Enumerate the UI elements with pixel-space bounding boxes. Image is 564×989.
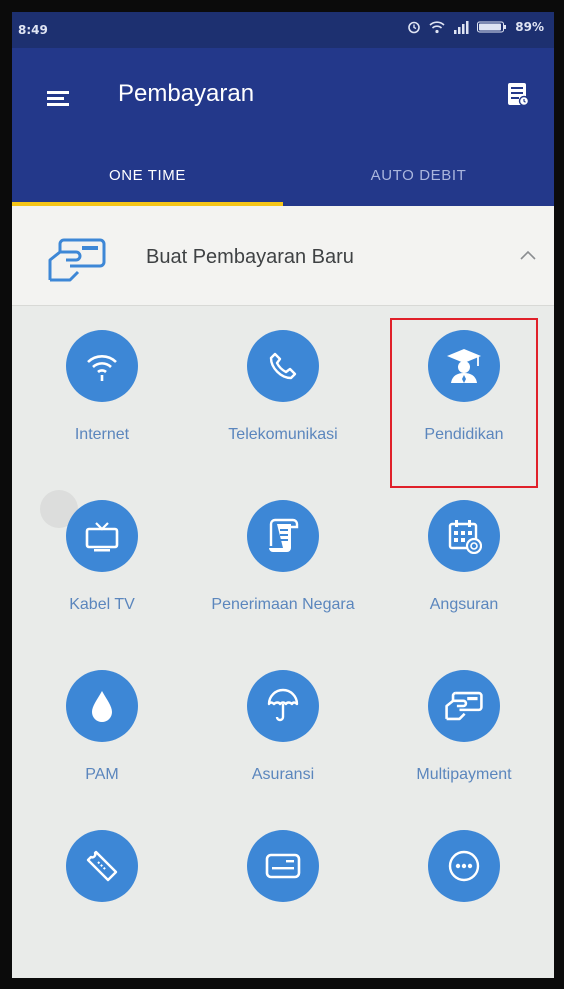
- page-title: Pembayaran: [118, 80, 255, 107]
- menu-item-ticket[interactable]: [12, 806, 192, 976]
- menu-icon-circle: [66, 670, 138, 742]
- status-time: 8:49: [18, 23, 48, 37]
- menu-item-label: Multipayment: [416, 766, 512, 783]
- phone-icon: [269, 352, 297, 380]
- hamburger-menu-icon: [47, 91, 69, 106]
- menu-item-penerimaan-negara[interactable]: Penerimaan Negara: [193, 476, 373, 646]
- menu-item-label: Asuransi: [251, 766, 315, 783]
- water-drop-icon: [92, 691, 112, 722]
- menu-icon-circle: [428, 830, 500, 902]
- calendar-icon: [448, 520, 482, 554]
- menu-icon-circle: [247, 830, 319, 902]
- status-icons: 89%: [407, 20, 544, 34]
- menu-item-label: PAM: [85, 766, 119, 783]
- tab-bar: ONE TIME AUTO DEBIT: [12, 144, 554, 206]
- signal-icon: [454, 21, 469, 34]
- umbrella-icon: [267, 688, 299, 722]
- menu-item-angsuran[interactable]: Angsuran: [374, 476, 554, 646]
- menu-icon-circle: [66, 330, 138, 402]
- ticket-icon: [86, 850, 118, 882]
- new-payment-label: Buat Pembayaran Baru: [146, 246, 354, 268]
- menu-item-label: Kabel TV: [69, 596, 135, 613]
- tab-one-time[interactable]: ONE TIME: [12, 144, 283, 206]
- menu-icon-circle: [247, 500, 319, 572]
- new-payment-header[interactable]: Buat Pembayaran Baru: [12, 206, 554, 306]
- tv-icon: [85, 522, 119, 552]
- menu-icon-circle: [66, 830, 138, 902]
- menu-item-more[interactable]: [374, 806, 554, 976]
- more-icon: [448, 850, 480, 882]
- phone-frame: 8:49 89% Pembayaran ONE TIME AUTO DEBIT …: [0, 0, 564, 989]
- menu-icon-circle: [428, 670, 500, 742]
- scroll-icon: [269, 518, 299, 552]
- menu-item-telekomunikasi[interactable]: Telekomunikasi: [193, 306, 373, 476]
- menu-item-pam[interactable]: PAM: [12, 646, 192, 816]
- menu-icon-circle: [247, 330, 319, 402]
- app-bar: Pembayaran: [12, 48, 554, 144]
- menu-item-asuransi[interactable]: Asuransi: [193, 646, 373, 816]
- card-hand-icon: [48, 238, 106, 282]
- menu-item-internet[interactable]: Internet: [12, 306, 192, 476]
- history-button[interactable]: [498, 74, 538, 114]
- receipt-history-icon: [508, 83, 529, 106]
- battery-icon: [477, 21, 507, 33]
- menu-icon-circle: [247, 670, 319, 742]
- tab-auto-debit[interactable]: AUTO DEBIT: [283, 144, 554, 206]
- menu-item-label: Angsuran: [429, 596, 499, 613]
- menu-item-kabel-tv[interactable]: Kabel TV: [12, 476, 192, 646]
- card-hand-icon: [445, 691, 483, 721]
- battery-percent: 89%: [515, 20, 544, 34]
- alarm-icon: [408, 21, 421, 34]
- wifi-status-icon: [429, 21, 445, 34]
- chevron-up-icon[interactable]: [520, 250, 536, 260]
- menu-icon-circle: [66, 500, 138, 572]
- screen: 8:49 89% Pembayaran ONE TIME AUTO DEBIT …: [12, 12, 554, 978]
- menu-item-label: Penerimaan Negara: [211, 596, 355, 613]
- menu-item-label: Internet: [74, 426, 130, 443]
- credit-card-icon: [265, 853, 301, 879]
- menu-icon-circle: [428, 500, 500, 572]
- highlight-box: [390, 318, 538, 488]
- menu-item-label: Telekomunikasi: [228, 426, 338, 443]
- status-bar: 8:49 89%: [12, 12, 554, 48]
- menu-item-credit-card[interactable]: [193, 806, 373, 976]
- menu-item-multipayment[interactable]: Multipayment: [374, 646, 554, 816]
- menu-button[interactable]: [38, 78, 78, 118]
- wifi-icon: [87, 355, 117, 381]
